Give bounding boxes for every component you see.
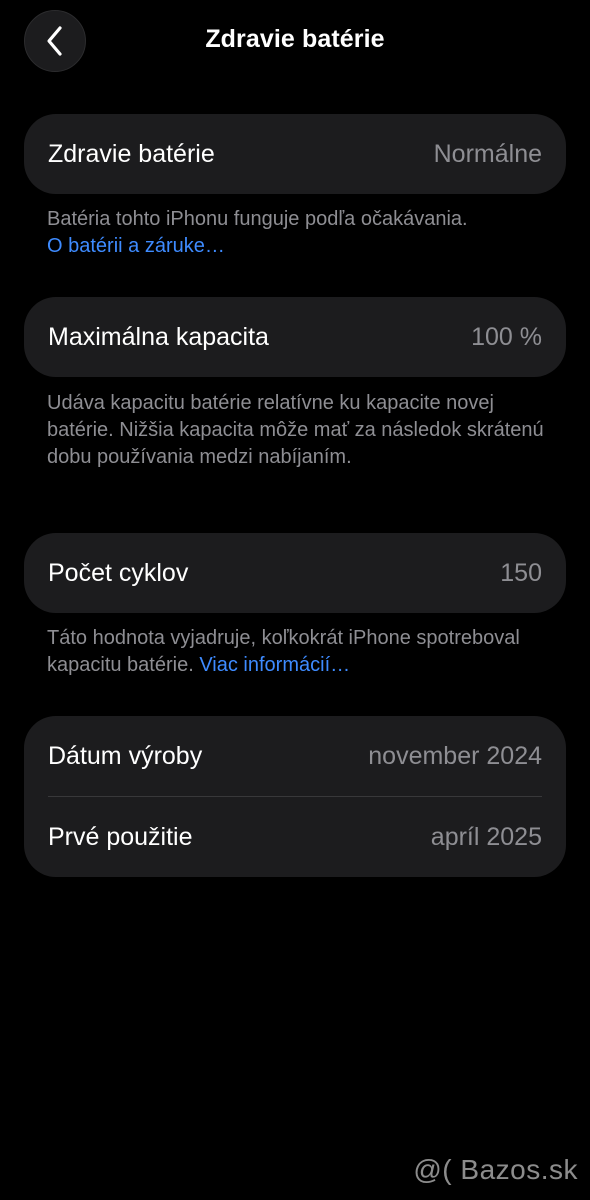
battery-health-note-text: Batéria tohto iPhonu funguje podľa očaká…	[47, 208, 468, 230]
battery-health-label: Zdravie batérie	[48, 139, 215, 168]
first-use-row: Prvé použitie apríl 2025	[24, 797, 566, 877]
navigation-bar: Zdravie batérie	[0, 0, 590, 84]
battery-health-note: Batéria tohto iPhonu funguje podľa očaká…	[47, 206, 547, 260]
first-use-value: apríl 2025	[430, 822, 542, 851]
page-title: Zdravie batérie	[205, 25, 385, 53]
first-use-label: Prvé použitie	[48, 822, 193, 851]
battery-health-row: Zdravie batérie Normálne	[24, 114, 566, 194]
battery-health-value: Normálne	[433, 139, 542, 168]
manufacture-date-value: november 2024	[368, 741, 542, 770]
watermark: @( Bazos.sk	[413, 1154, 578, 1185]
manufacture-date-label: Dátum výroby	[48, 741, 203, 770]
max-capacity-label: Maximálna kapacita	[48, 322, 269, 351]
max-capacity-note: Udáva kapacitu batérie relatívne ku kapa…	[47, 392, 544, 468]
more-info-link[interactable]: Viac informácií…	[199, 654, 350, 676]
dates-card: Dátum výroby november 2024 Prvé použitie…	[24, 716, 566, 877]
cycle-count-row: Počet cyklov 150	[24, 533, 566, 613]
max-capacity-card: Maximálna kapacita 100 %	[24, 297, 566, 377]
max-capacity-row: Maximálna kapacita 100 %	[24, 297, 566, 377]
manufacture-date-row: Dátum výroby november 2024	[24, 716, 566, 796]
battery-warranty-link[interactable]: O batérii a záruke…	[47, 235, 225, 257]
cycle-count-value: 150	[500, 558, 542, 587]
battery-health-card: Zdravie batérie Normálne	[24, 114, 566, 194]
cycle-count-label: Počet cyklov	[48, 558, 189, 587]
cycle-count-card: Počet cyklov 150	[24, 533, 566, 613]
max-capacity-value: 100 %	[471, 322, 542, 351]
cycle-count-note: Táto hodnota vyjadruje, koľkokrát iPhone…	[47, 625, 547, 679]
